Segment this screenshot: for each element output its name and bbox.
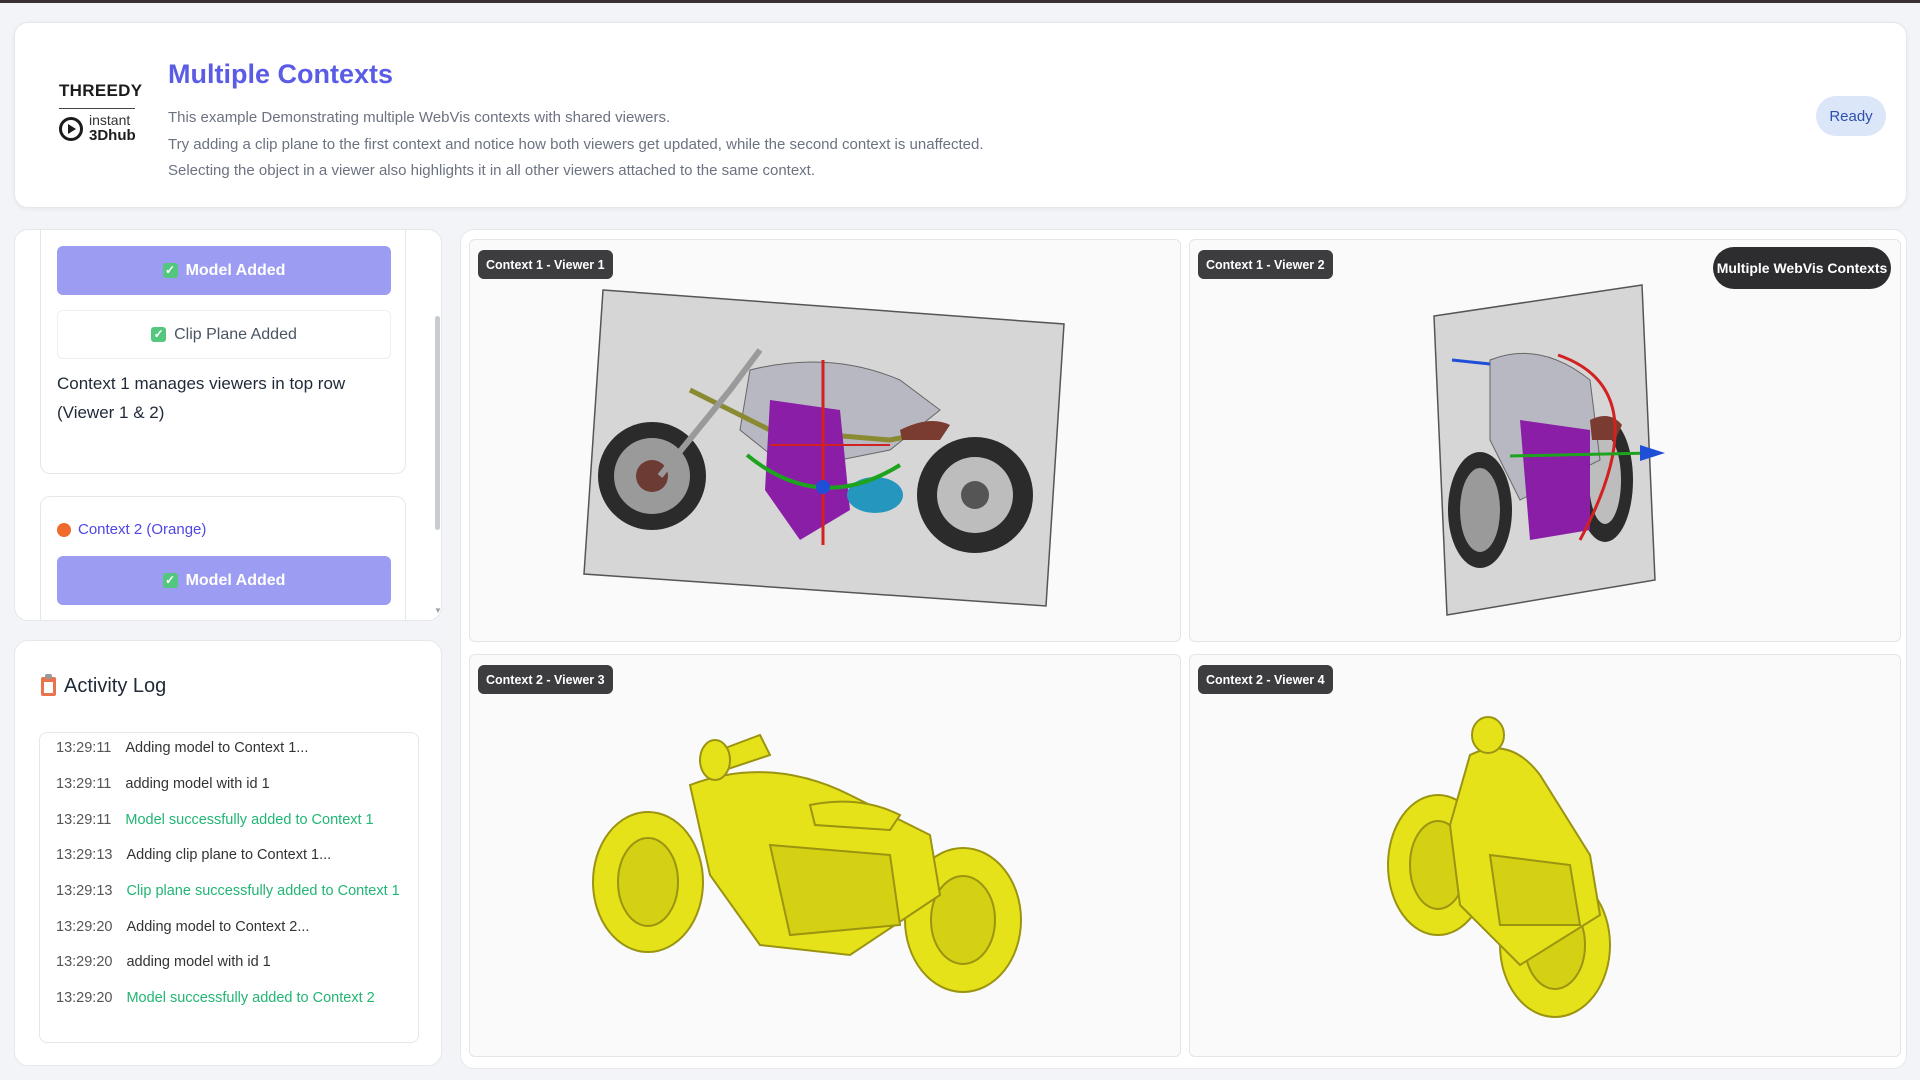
check-icon: ✓	[151, 327, 167, 342]
scroll-down-arrow-icon[interactable]: ▼	[434, 606, 441, 615]
scroll-down-arrow-icon[interactable]: ▼	[418, 1026, 419, 1037]
description-line: Selecting the object in a viewer also hi…	[168, 162, 816, 179]
log-message: Model successfully added to Context 2	[126, 990, 375, 1006]
viewer-2[interactable]: Context 1 - Viewer 2	[1189, 239, 1901, 642]
context2-add-model-button[interactable]: ✓ Model Added	[57, 556, 391, 605]
log-message: Clip plane successfully added to Context…	[126, 883, 400, 899]
activity-log-title: Activity Log	[64, 675, 167, 697]
log-message: Adding clip plane to Context 1...	[126, 847, 332, 863]
logo-wordmark: THREEDY	[59, 81, 143, 100]
viewer-label: Context 1 - Viewer 2	[1198, 250, 1333, 279]
log-entry: 13:29:11 Model successfully added to Cont…	[40, 805, 374, 835]
viewer-grid: Context 1 - Viewer 1 Context 1 - Viewer …	[460, 229, 1907, 1069]
log-time: 13:29:20	[56, 990, 113, 1006]
log-entry: 13:29:13 Adding clip plane to Context 1..…	[40, 840, 331, 870]
context1-card: ✓ Model Added ✓ Clip Plane Added Context…	[40, 230, 406, 474]
log-entry: 13:29:11 Adding model to Context 1...	[40, 733, 308, 763]
context1-add-model-button[interactable]: ✓ Model Added	[57, 246, 391, 295]
log-time: 13:29:11	[56, 740, 112, 756]
orange-circle-icon	[57, 522, 71, 537]
multiple-contexts-badge: Multiple WebVis Contexts	[1713, 247, 1891, 289]
button-label: Model Added	[185, 571, 286, 589]
scroll-up-arrow-icon[interactable]: ▲	[418, 737, 419, 748]
viewer-1[interactable]: Context 1 - Viewer 1	[469, 239, 1181, 642]
context2-title: Context 2 (Orange)	[78, 521, 207, 538]
logo-subtext: instant	[89, 112, 131, 128]
log-time: 13:29:13	[56, 883, 113, 899]
log-time: 13:29:13	[56, 847, 113, 863]
log-time: 13:29:20	[56, 954, 113, 970]
motorcycle-model-yellow	[1387, 716, 1611, 1018]
context1-add-clip-plane-button[interactable]: ✓ Clip Plane Added	[57, 310, 391, 359]
log-entry: 13:29:20 Adding model to Context 2...	[40, 912, 309, 942]
clipboard-icon	[41, 674, 56, 696]
context2-label: Context 2 (Orange)	[57, 521, 206, 538]
log-message: adding model with id 1	[126, 954, 271, 970]
viewer-4[interactable]: Context 2 - Viewer 4	[1189, 654, 1901, 1057]
logo-divider	[59, 108, 135, 109]
log-time: 13:29:11	[56, 812, 112, 828]
viewer-label: Context 2 - Viewer 4	[1198, 665, 1333, 694]
viewer-3-canvas[interactable]	[470, 655, 1181, 1057]
check-icon: ✓	[162, 573, 178, 588]
log-message: Adding model to Context 2...	[126, 919, 310, 935]
log-entry: 13:29:20 Model successfully added to Cont…	[40, 983, 375, 1013]
top-border	[0, 0, 1920, 3]
check-icon: ✓	[162, 263, 178, 278]
button-label: Clip Plane Added	[174, 325, 297, 343]
log-time: 13:29:11	[56, 776, 112, 792]
context2-card: Context 2 (Orange) ✓ Model Added	[40, 496, 406, 620]
logo-product: 3Dhub	[89, 127, 136, 144]
description-line: This example Demonstrating multiple WebV…	[168, 109, 671, 126]
viewer-label: Context 2 - Viewer 3	[478, 665, 613, 694]
context-controls-panel: ✓ Model Added ✓ Clip Plane Added Context…	[14, 229, 442, 621]
button-label: Model Added	[185, 261, 286, 279]
page-title: Multiple Contexts	[168, 59, 394, 89]
context1-note: Context 1 manages viewers in top row (Vi…	[57, 374, 346, 422]
page-header: THREEDY instant 3Dhub Multiple Contexts …	[14, 22, 1907, 208]
status-badge: Ready	[1816, 96, 1886, 136]
activity-log-panel: Activity Log 13:29:11 Adding model to Con…	[14, 640, 442, 1066]
log-entry: 13:29:13 Clip plane successfully added to…	[40, 876, 400, 906]
play-ring-icon	[59, 117, 83, 141]
motorcycle-model-yellow	[592, 733, 1022, 993]
activity-log-heading: Activity Log	[41, 674, 167, 698]
viewer-4-canvas[interactable]	[1190, 655, 1901, 1057]
log-message: adding model with id 1	[125, 776, 270, 792]
viewer-label: Context 1 - Viewer 1	[478, 250, 613, 279]
log-time: 13:29:20	[56, 919, 113, 935]
log-message: Model successfully added to Context 1	[125, 812, 374, 828]
activity-log-list[interactable]: 13:29:11 Adding model to Context 1... 13:…	[39, 732, 419, 1043]
panel-scrollbar[interactable]	[435, 316, 440, 530]
page-description: This example Demonstrating multiple WebV…	[168, 105, 984, 185]
description-line: Try adding a clip plane to the first con…	[168, 135, 984, 153]
viewer-1-canvas[interactable]	[470, 240, 1181, 642]
log-message: Adding model to Context 1...	[125, 740, 309, 756]
log-entry: 13:29:11 adding model with id 1	[40, 769, 270, 799]
threedy-logo: THREEDY instant 3Dhub	[59, 81, 147, 171]
viewer-3[interactable]: Context 2 - Viewer 3	[469, 654, 1181, 1057]
viewer-2-canvas[interactable]	[1190, 240, 1901, 642]
log-entry: 13:29:20 adding model with id 1	[40, 947, 271, 977]
